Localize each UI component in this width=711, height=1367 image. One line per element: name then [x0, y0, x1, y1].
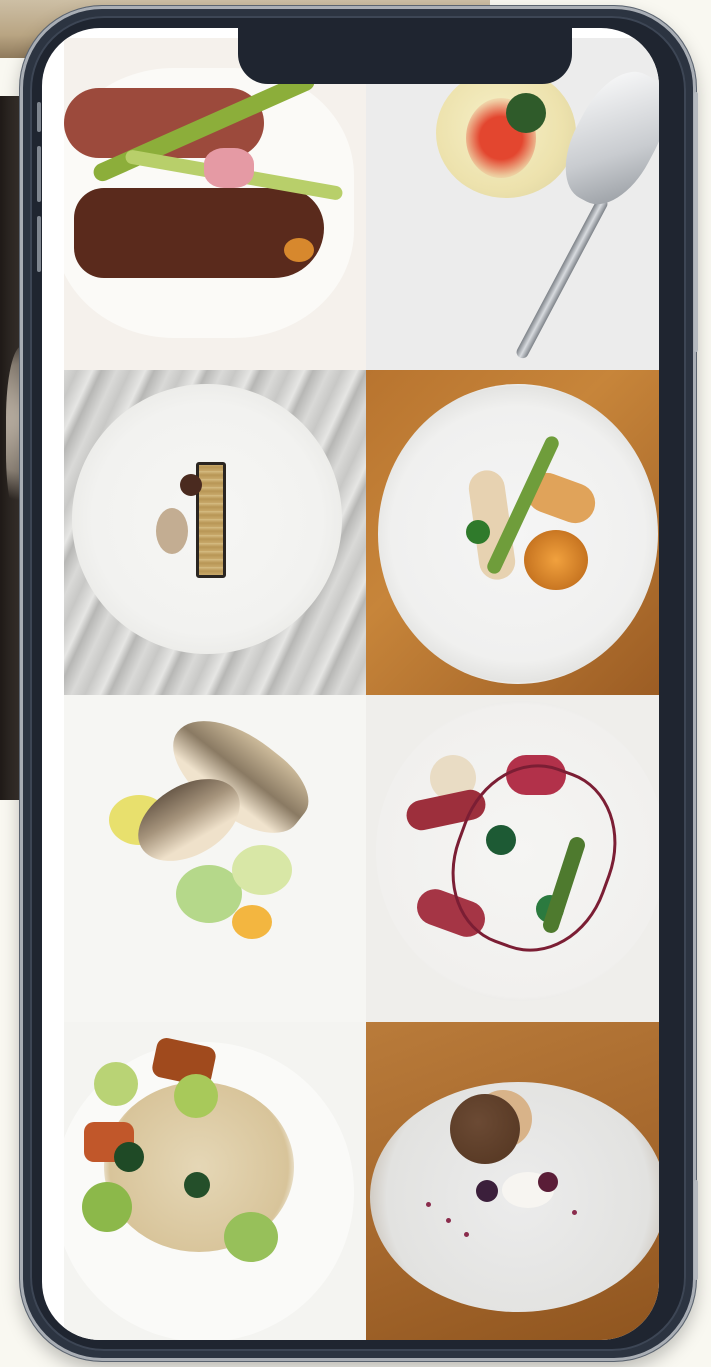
photo-grid: [64, 38, 659, 1340]
herb-leaf: [486, 825, 516, 855]
photo-dessert-ceramic-plate[interactable]: [366, 1022, 659, 1340]
grape: [94, 1062, 138, 1106]
photo-steak-asparagus[interactable]: [64, 38, 366, 370]
cress-leaf: [114, 1142, 144, 1172]
phone-notch: [238, 28, 572, 84]
sauce-dot: [446, 1218, 451, 1223]
sauce-dot: [572, 1210, 577, 1215]
pickled-onion: [204, 148, 254, 188]
cress-leaf: [184, 1172, 210, 1198]
grape: [82, 1182, 132, 1232]
side-antenna-band: [694, 1180, 698, 1280]
steak: [74, 188, 324, 278]
photo-chicken-wood[interactable]: [366, 370, 659, 695]
photo-grain-grape-salad[interactable]: [64, 1022, 366, 1340]
herb-garnish: [506, 93, 546, 133]
phone-screen: [42, 28, 659, 1340]
orange-disc: [232, 905, 272, 939]
vegetable-disc: [232, 845, 292, 895]
volume-down-button: [37, 216, 41, 272]
dessert-roll: [450, 1094, 520, 1164]
photo-dome-dessert-spoon[interactable]: [366, 38, 659, 370]
grape: [224, 1212, 278, 1262]
photo-fish-fennel[interactable]: [64, 695, 366, 1022]
sauce-dot: [464, 1232, 469, 1237]
sauce-dot: [180, 474, 202, 496]
plate: [378, 384, 658, 684]
grape: [174, 1074, 218, 1118]
mute-switch: [37, 102, 41, 132]
photo-terrine-marble[interactable]: [64, 370, 366, 695]
sauce-drop: [284, 238, 314, 262]
spoon-handle: [514, 195, 610, 361]
volume-up-button: [37, 146, 41, 202]
scene: [0, 0, 711, 1367]
berry: [476, 1180, 498, 1202]
potato-cake: [524, 530, 588, 590]
herb-leaf: [466, 520, 490, 544]
power-button: [694, 92, 698, 352]
quenelle: [156, 508, 188, 554]
photo-duck-salad[interactable]: [366, 695, 659, 1022]
sauce-dot: [426, 1202, 431, 1207]
berry: [538, 1172, 558, 1192]
